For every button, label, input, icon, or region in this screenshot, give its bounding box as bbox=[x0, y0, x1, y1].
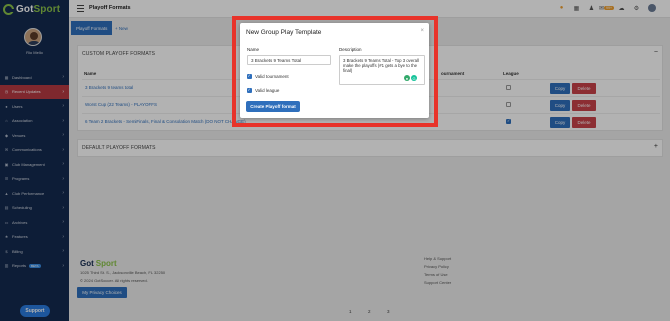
create-playoff-format-button[interactable]: Create Playoff format bbox=[246, 101, 300, 112]
valid-tournament-checkbox[interactable] bbox=[247, 73, 252, 79]
name-input[interactable] bbox=[247, 55, 331, 65]
valid-league-row[interactable]: Valid league bbox=[247, 87, 279, 93]
description-label: Description bbox=[339, 47, 362, 52]
valid-league-checkbox[interactable] bbox=[247, 87, 252, 93]
valid-tournament-row[interactable]: Valid tournament bbox=[247, 73, 289, 79]
new-template-modal: New Group Play Template × Name Descripti… bbox=[240, 23, 429, 118]
close-icon[interactable]: × bbox=[420, 28, 424, 34]
name-label: Name bbox=[247, 47, 260, 52]
modal-title: New Group Play Template bbox=[246, 29, 322, 36]
textarea-tools: ● G bbox=[404, 75, 417, 81]
location-pin-icon[interactable]: ● bbox=[404, 75, 410, 81]
grammar-check-icon[interactable]: G bbox=[411, 75, 417, 81]
